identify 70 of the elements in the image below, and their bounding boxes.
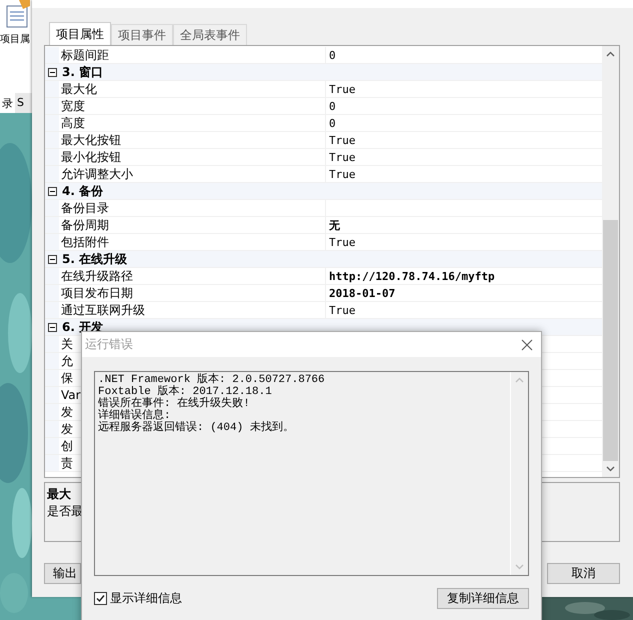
property-name[interactable]: 备份目录 <box>59 200 326 216</box>
document-icon[interactable] <box>5 0 31 28</box>
collapse-icon[interactable] <box>48 186 56 196</box>
output-button[interactable]: 输出 <box>44 563 81 584</box>
detail-line: Foxtable 版本: 2017.12.18.1 <box>98 386 272 398</box>
property-value[interactable]: True <box>326 302 602 318</box>
property-value[interactable]: True <box>326 149 602 165</box>
property-name[interactable]: 标题间距 <box>59 47 326 63</box>
tab[interactable]: 项目属性 <box>49 22 111 45</box>
collapse-icon[interactable] <box>48 68 56 76</box>
property-value[interactable]: 无 <box>326 217 602 233</box>
scrollbar[interactable] <box>602 46 619 477</box>
property-value[interactable]: True <box>326 132 602 148</box>
property-name[interactable]: 最小化按钮 <box>59 149 326 165</box>
scroll-up-icon[interactable] <box>606 51 615 57</box>
property-row[interactable]: 最大化按钮 True <box>45 132 602 149</box>
detail-line: 错误所在事件: 在线升级失败! <box>98 398 250 410</box>
group-heading: 5. 在线升级 <box>61 251 128 267</box>
checkbox-label[interactable]: 显示详细信息 <box>110 590 182 607</box>
property-row[interactable]: 高度 0 <box>45 115 602 132</box>
property-name[interactable]: 最大化 <box>59 81 326 97</box>
property-name[interactable]: 最大化按钮 <box>59 132 326 148</box>
property-value[interactable]: True <box>326 166 602 182</box>
tab[interactable]: 录 <box>0 93 15 113</box>
tab[interactable]: 全局表事件 <box>173 24 247 45</box>
property-row[interactable]: 备份周期 无 <box>45 217 602 234</box>
property-value[interactable]: 0 <box>326 98 602 114</box>
copy-details-button[interactable]: 复制详细信息 <box>437 588 529 609</box>
property-name[interactable]: 允许调整大小 <box>59 166 326 182</box>
property-value[interactable]: 0 <box>326 115 602 131</box>
property-row[interactable]: 在线升级路径 http://120.78.74.16/myftp <box>45 268 602 285</box>
cancel-button[interactable]: 取消 <box>547 563 620 584</box>
collapse-icon[interactable] <box>48 322 56 332</box>
collapse-icon[interactable] <box>48 254 56 264</box>
property-value[interactable]: 2018-01-07 <box>326 285 602 301</box>
property-row[interactable]: 宽度 0 <box>45 98 602 115</box>
property-name[interactable]: 备份周期 <box>59 217 326 233</box>
close-icon[interactable] <box>521 338 533 350</box>
group-row[interactable]: 4. 备份 <box>45 183 602 200</box>
property-name[interactable]: 高度 <box>59 115 326 131</box>
property-name[interactable]: 在线升级路径 <box>59 268 326 284</box>
group-row[interactable]: 5. 在线升级 <box>45 251 602 268</box>
property-value[interactable]: http://120.78.74.16/myftp <box>326 268 602 284</box>
group-heading: 3. 窗口 <box>61 64 104 80</box>
property-name[interactable]: 包括附件 <box>59 234 326 250</box>
property-row[interactable]: 备份目录 <box>45 200 602 217</box>
scrollbar-thumb[interactable] <box>603 220 618 461</box>
property-row[interactable]: 项目发布日期 2018-01-07 <box>45 285 602 302</box>
dialog-title: 运行错误 <box>85 336 133 353</box>
checkbox[interactable] <box>94 592 107 605</box>
scroll-down-icon[interactable] <box>606 466 615 472</box>
property-value[interactable]: 0 <box>326 47 602 63</box>
details-text-area[interactable]: .NET Framework 版本: 2.0.50727.8766 Foxtable 版本: 2017.12.18.1 错误所在事件: 在线升级失败! 详细错误信息: 远程服务器返回错误: (404) 未找到。 <box>94 371 529 576</box>
detail-line: .NET Framework 版本: 2.0.50727.8766 <box>98 374 325 386</box>
property-row[interactable]: 最小化按钮 True <box>45 149 602 166</box>
property-value[interactable]: True <box>326 234 602 250</box>
property-name[interactable]: 项目发布日期 <box>59 285 326 301</box>
description-title: 最大 <box>47 486 71 503</box>
group-row[interactable]: 3. 窗口 <box>45 64 602 81</box>
app-label[interactable]: 项目属 <box>0 32 30 46</box>
description-text: 是否最 <box>47 503 83 520</box>
tab[interactable]: 项目事件 <box>111 24 173 45</box>
detail-line: 远程服务器返回错误: (404) 未找到。 <box>98 422 294 434</box>
property-name[interactable]: 通过互联网升级 <box>59 302 326 318</box>
property-row[interactable]: 最大化 True <box>45 81 602 98</box>
group-heading: 4. 备份 <box>61 183 104 199</box>
tab[interactable]: S <box>15 93 26 113</box>
property-value[interactable]: True <box>326 81 602 97</box>
detail-line: 详细错误信息: <box>98 410 171 422</box>
property-name[interactable]: 宽度 <box>59 98 326 114</box>
